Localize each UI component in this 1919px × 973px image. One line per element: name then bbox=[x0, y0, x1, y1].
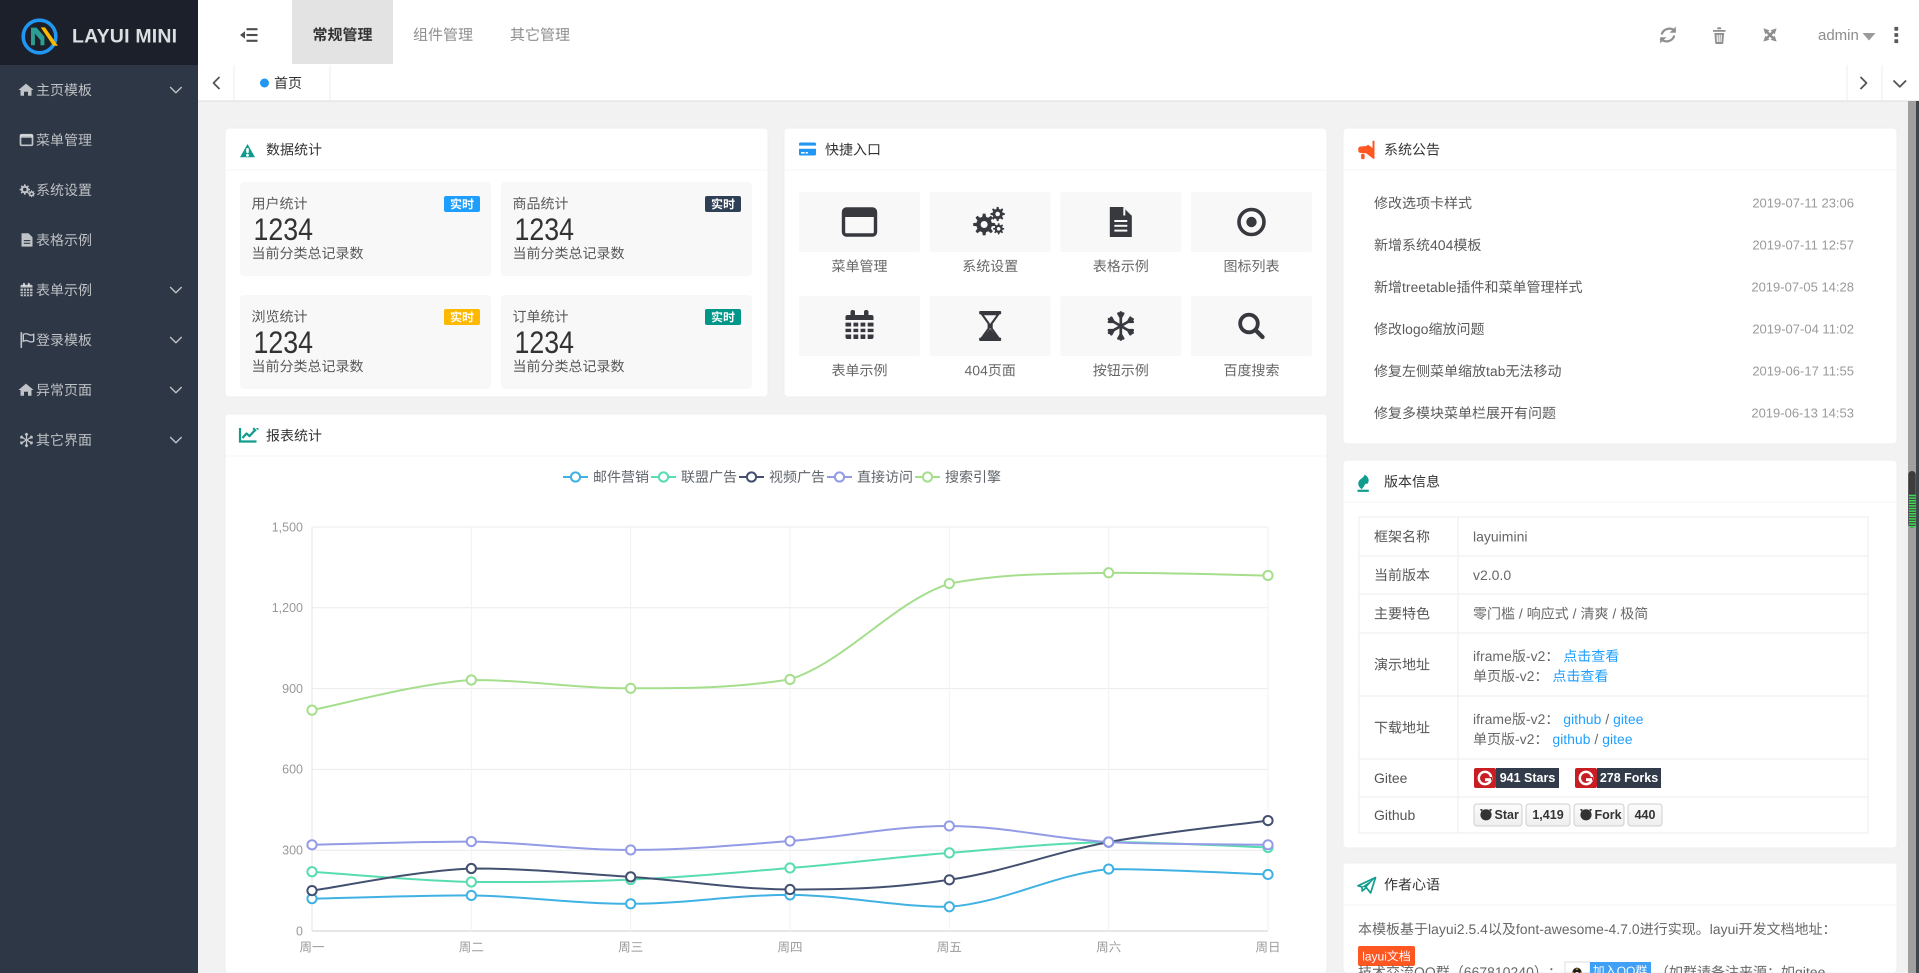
svg-text:1234: 1234 bbox=[254, 324, 314, 360]
svg-text:admin: admin bbox=[1818, 27, 1859, 44]
svg-text:Gitee: Gitee bbox=[1374, 770, 1408, 786]
svg-text:1,500: 1,500 bbox=[272, 520, 303, 534]
svg-text:Fork: Fork bbox=[1595, 808, 1622, 822]
svg-text:Github: Github bbox=[1374, 807, 1415, 823]
svg-text:2019-07-05 14:28: 2019-07-05 14:28 bbox=[1751, 280, 1854, 295]
svg-text:1,419: 1,419 bbox=[1532, 808, 1563, 822]
svg-text:300: 300 bbox=[282, 844, 303, 858]
svg-text:2019-07-11 12:57: 2019-07-11 12:57 bbox=[1752, 238, 1854, 253]
svg-text:278 Forks: 278 Forks bbox=[1600, 771, 1658, 785]
svg-text:1,200: 1,200 bbox=[272, 601, 303, 615]
svg-text:1234: 1234 bbox=[515, 324, 575, 360]
svg-text:0: 0 bbox=[296, 924, 303, 938]
svg-text:layuimini: layuimini bbox=[1473, 529, 1527, 545]
svg-text:LAYUI MINI: LAYUI MINI bbox=[72, 26, 177, 48]
svg-text:1234: 1234 bbox=[515, 211, 575, 247]
svg-text:2019-07-04 11:02: 2019-07-04 11:02 bbox=[1752, 322, 1854, 337]
svg-text:941 Stars: 941 Stars bbox=[1500, 771, 1556, 785]
svg-text:Star: Star bbox=[1495, 808, 1519, 822]
svg-text:2019-06-17 11:55: 2019-06-17 11:55 bbox=[1752, 364, 1854, 379]
svg-text:600: 600 bbox=[282, 763, 303, 777]
svg-text:900: 900 bbox=[282, 682, 303, 696]
svg-text:v2.0.0: v2.0.0 bbox=[1473, 567, 1511, 583]
svg-text:2019-06-13 14:53: 2019-06-13 14:53 bbox=[1751, 406, 1854, 421]
svg-text:1234: 1234 bbox=[254, 211, 314, 247]
svg-text:440: 440 bbox=[1635, 808, 1656, 822]
svg-text:2019-07-11 23:06: 2019-07-11 23:06 bbox=[1752, 196, 1854, 211]
